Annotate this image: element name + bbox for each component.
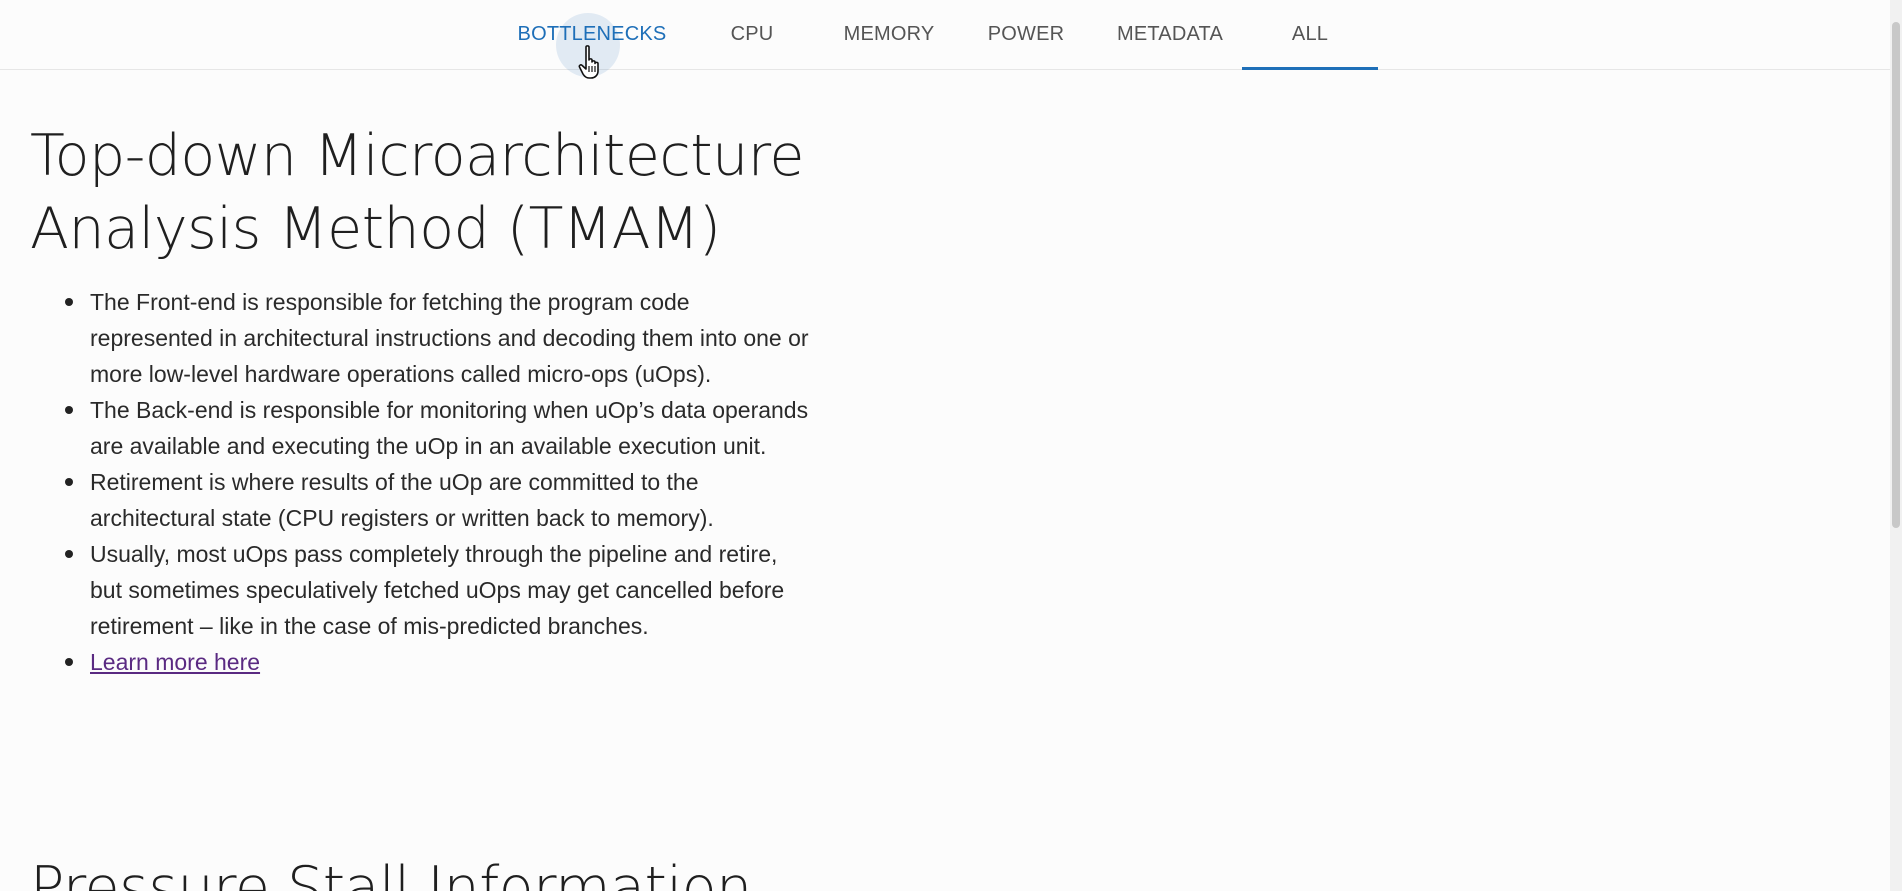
list-item: Retirement is where results of the uOp a…	[65, 464, 810, 536]
list-item: Learn more here	[65, 644, 810, 680]
tmam-section: Top-down Microarchitecture Analysis Meth…	[30, 120, 810, 680]
page: BOTTLENECKS CPU MEMORY POWER METADATA AL…	[0, 0, 1902, 891]
tab-bottlenecks[interactable]: BOTTLENECKS	[512, 0, 672, 69]
list-item: The Front-end is responsible for fetchin…	[65, 284, 810, 392]
tab-bar: BOTTLENECKS CPU MEMORY POWER METADATA AL…	[0, 0, 1892, 79]
tab-memory[interactable]: MEMORY	[830, 0, 948, 69]
section-title: Top-down Microarchitecture Analysis Meth…	[30, 123, 804, 262]
tab-all[interactable]: ALL	[1242, 0, 1378, 70]
list-item: Usually, most uOps pass completely throu…	[65, 536, 810, 644]
tab-metadata[interactable]: METADATA	[1106, 0, 1234, 69]
tab-power[interactable]: POWER	[980, 0, 1072, 69]
tab-cpu[interactable]: CPU	[712, 0, 792, 69]
scrollbar-thumb[interactable]	[1892, 22, 1900, 528]
bullet-list: The Front-end is responsible for fetchin…	[30, 284, 810, 680]
list-item: The Back-end is responsible for monitori…	[65, 392, 810, 464]
vertical-scrollbar[interactable]	[1890, 0, 1902, 891]
next-section-title: Pressure Stall Information	[30, 855, 752, 891]
learn-more-link[interactable]: Learn more here	[90, 649, 260, 675]
